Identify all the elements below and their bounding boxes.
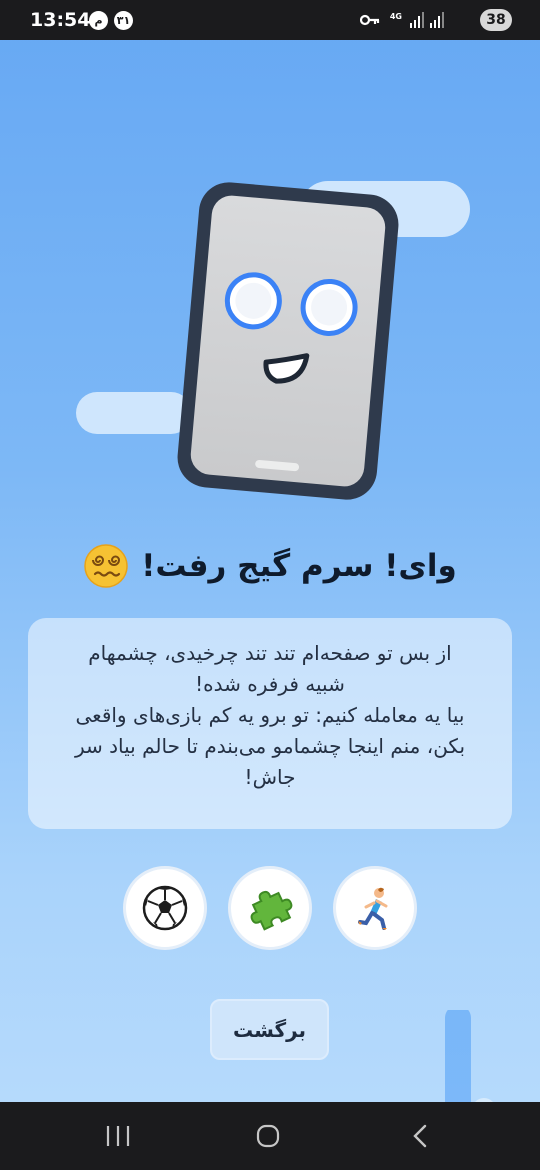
status-time: 13:54 — [30, 9, 91, 31]
soccer-button[interactable] — [123, 866, 207, 950]
puzzle-piece-icon — [250, 890, 293, 931]
navigation-bar — [0, 1102, 540, 1170]
battery-indicator: 38 — [480, 9, 512, 31]
notification-icon: ۳۱ — [114, 11, 133, 30]
recent-apps-icon[interactable] — [105, 1120, 131, 1152]
network-type-label: 4G — [389, 12, 402, 21]
signal-icon — [430, 12, 444, 28]
status-bar: 13:54 م ۳۱ 4G 38 — [0, 0, 540, 40]
puzzle-button[interactable] — [228, 866, 312, 950]
running-person-icon — [358, 887, 388, 930]
dizzy-face-icon — [84, 544, 129, 588]
signal-icon — [410, 12, 424, 28]
vpn-key-icon — [360, 14, 380, 26]
back-button[interactable]: برگشت — [210, 999, 329, 1060]
home-icon[interactable] — [254, 1120, 282, 1152]
soccer-ball-icon — [142, 885, 188, 931]
dizzy-phone-illustration — [177, 182, 399, 500]
notification-icon: م — [89, 11, 108, 30]
back-nav-icon[interactable] — [408, 1120, 434, 1152]
page-title: وای! سرم گیج رفت! — [141, 548, 457, 584]
message-text: از بس تو صفحه‌ام تند تند چرخیدی، چشمهام … — [28, 618, 512, 829]
title-row: وای! سرم گیج رفت! — [40, 536, 500, 596]
running-button[interactable] — [333, 866, 417, 950]
